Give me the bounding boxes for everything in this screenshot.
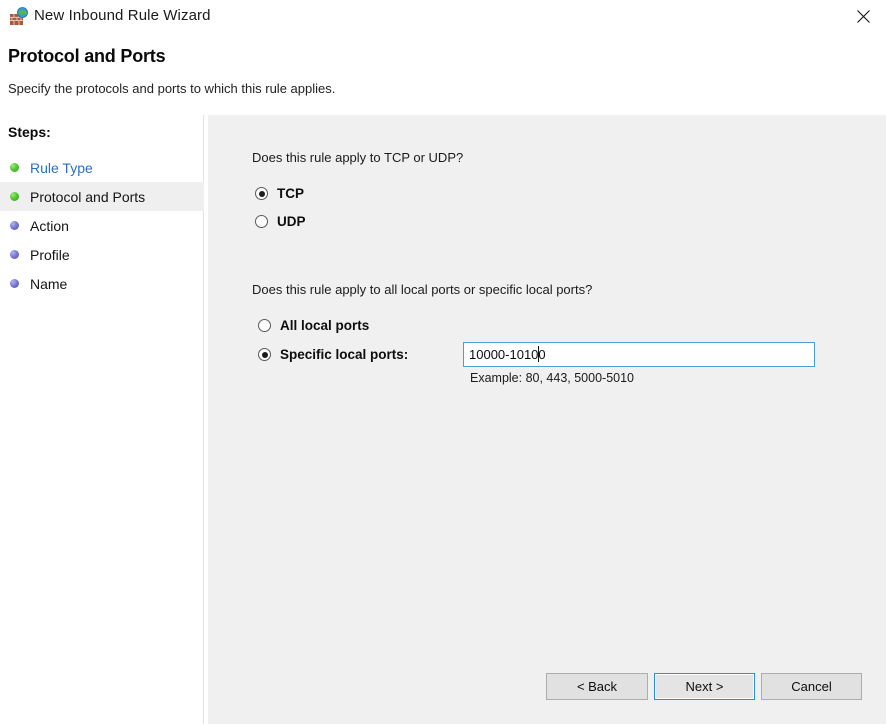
protocol-question: Does this rule apply to TCP or UDP? [252, 150, 464, 165]
radio-udp-label: UDP [277, 214, 306, 229]
radio-all-local-ports[interactable]: All local ports [258, 318, 369, 333]
step-bullet-icon [10, 221, 19, 230]
step-bullet-icon [10, 192, 19, 201]
step-bullet-icon [10, 250, 19, 259]
radio-icon [258, 348, 271, 361]
radio-icon [258, 319, 271, 332]
page-title: Protocol and Ports [8, 46, 166, 66]
steps-header: Steps: [8, 124, 51, 140]
firewall-globe-icon [9, 7, 29, 27]
sidebar-item-label: Rule Type [30, 159, 93, 176]
close-button[interactable] [840, 0, 886, 33]
radio-icon [255, 215, 268, 228]
steps-sidebar: Steps: Rule Type Protocol and Ports Acti… [0, 115, 204, 724]
radio-specific-local-ports[interactable]: Specific local ports: [258, 347, 408, 362]
ports-question: Does this rule apply to all local ports … [252, 282, 593, 297]
step-bullet-icon [10, 163, 19, 172]
main-content-panel: Does this rule apply to TCP or UDP? TCP … [208, 115, 886, 724]
sidebar-item-rule-type[interactable]: Rule Type [0, 153, 204, 182]
cancel-button[interactable]: Cancel [761, 673, 862, 700]
window-title: New Inbound Rule Wizard [34, 7, 211, 24]
step-bullet-icon [10, 279, 19, 288]
ports-example-hint: Example: 80, 443, 5000-5010 [470, 371, 635, 385]
radio-icon [255, 187, 268, 200]
sidebar-item-label: Profile [30, 246, 70, 263]
text-caret [538, 346, 539, 362]
radio-specific-local-ports-label: Specific local ports: [280, 347, 409, 362]
sidebar-item-name[interactable]: Name [0, 269, 204, 298]
specific-ports-input[interactable] [463, 342, 815, 367]
back-button[interactable]: < Back [546, 673, 648, 700]
title-bar: New Inbound Rule Wizard [0, 0, 886, 33]
sidebar-item-label: Protocol and Ports [30, 188, 146, 205]
sidebar-item-action[interactable]: Action [0, 211, 204, 240]
page-header: Protocol and Ports Specify the protocols… [0, 33, 886, 115]
sidebar-item-label: Action [30, 217, 69, 234]
next-button[interactable]: Next > [654, 673, 755, 700]
radio-all-local-ports-label: All local ports [280, 318, 370, 333]
radio-tcp-label: TCP [277, 186, 304, 201]
sidebar-item-label: Name [30, 275, 68, 292]
steps-list: Rule Type Protocol and Ports Action Prof… [0, 153, 204, 298]
radio-tcp[interactable]: TCP [255, 186, 304, 201]
sidebar-item-protocol-and-ports[interactable]: Protocol and Ports [0, 182, 204, 211]
close-icon [856, 10, 870, 23]
page-subtitle: Specify the protocols and ports to which… [8, 81, 336, 96]
radio-udp[interactable]: UDP [255, 214, 306, 229]
sidebar-item-profile[interactable]: Profile [0, 240, 204, 269]
